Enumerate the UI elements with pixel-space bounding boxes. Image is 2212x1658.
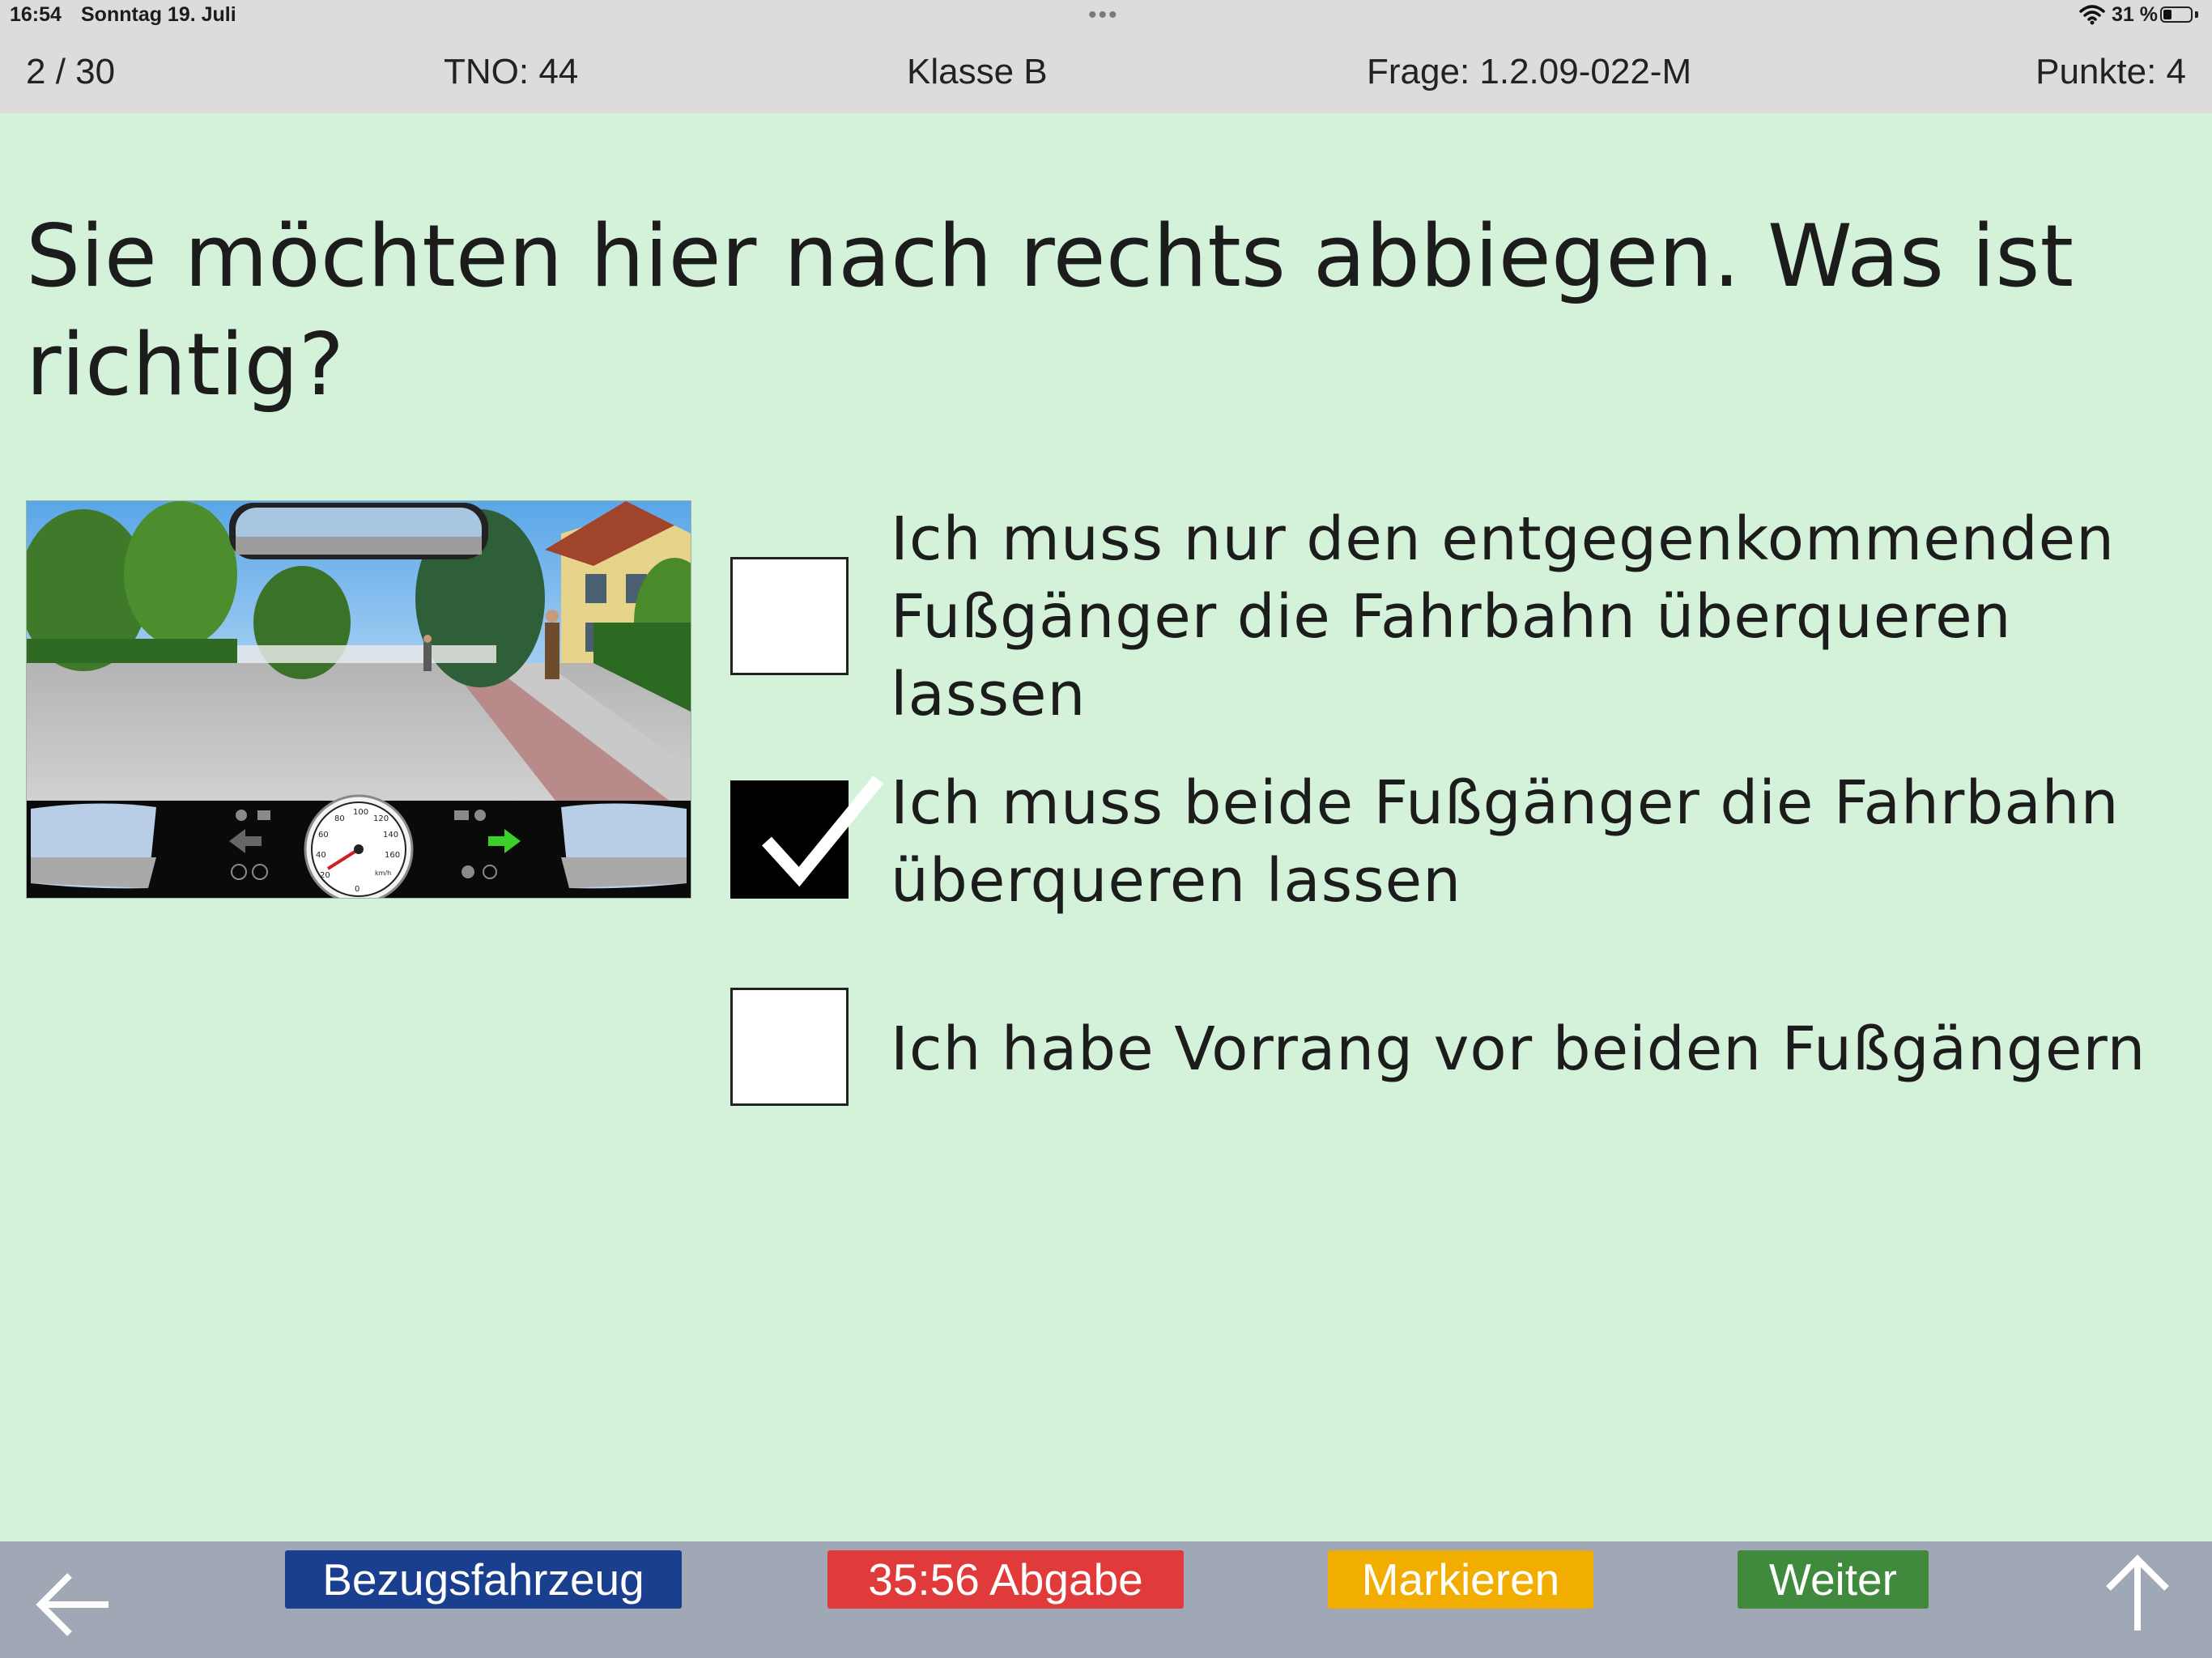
status-date: Sonntag 19. Juli [81,3,236,26]
submit-timer-button[interactable]: 35:56 Abgabe [827,1550,1184,1609]
bezugsfahrzeug-button[interactable]: Bezugsfahrzeug [285,1550,682,1609]
battery-level [2163,10,2172,19]
question-text: Sie möchten hier nach rechts abbiegen. W… [26,206,2074,414]
class-label: Klasse B [907,52,1048,91]
speed-tick-60: 60 [318,831,329,840]
speed-tick-80: 80 [334,814,345,823]
question-image[interactable]: 20 40 60 80 100 120 140 160 0 km/h [26,500,691,899]
scene-illustration: 20 40 60 80 100 120 140 160 0 km/h [27,501,691,898]
answer-3-checkbox[interactable] [730,988,849,1106]
fog-light-icon [462,865,474,878]
low-beam-icon [257,810,270,820]
speed-tick-120: 120 [373,814,389,823]
speed-tick-100: 100 [353,808,368,817]
battery-tip [2195,11,2198,18]
battery-icon [2160,6,2193,23]
traction-control-icon [474,810,486,821]
checkmark-icon [762,776,884,887]
pedestrian-warning-icon [236,810,247,821]
question-id: Frage: 1.2.09-022-M [1367,52,1692,91]
speed-tick-40: 40 [316,851,326,860]
answer-1-checkbox[interactable] [730,557,849,675]
tno-label: TNO: 44 [444,52,579,91]
arrow-up-icon[interactable] [2104,1554,2172,1632]
next-button[interactable]: Weiter [1738,1550,1929,1609]
answer-3-text[interactable]: Ich habe Vorrang vor beiden Fußgängern [891,1010,2186,1088]
arrow-left-icon[interactable] [36,1571,112,1639]
speed-tick-20: 20 [320,871,330,880]
status-bar: 16:54 Sonntag 19. Juli ••• 31 % [0,0,2212,32]
mark-button[interactable]: Markieren [1328,1550,1593,1609]
speed-tick-160: 160 [385,851,400,860]
question-progress: 2 / 30 [26,52,116,91]
answer-2-text[interactable]: Ich muss beide Fußgänger die Fahrbahn üb… [891,764,2186,920]
answer-2-checkbox[interactable] [730,776,884,899]
wifi-icon [2079,5,2105,25]
exam-header: 2 / 30 TNO: 44 Klasse B Frage: 1.2.09-02… [0,32,2212,113]
speed-unit: km/h [375,869,391,877]
status-time: 16:54 [10,3,62,26]
high-beam-icon [454,810,469,820]
speed-tick-140: 140 [383,831,398,840]
more-dots-icon[interactable]: ••• [1088,2,1119,29]
answer-1-text[interactable]: Ich muss nur den entgegenkommenden Fußgä… [891,500,2186,733]
battery-percent: 31 % [2112,3,2158,26]
points-label: Punkte: 4 [2035,52,2186,91]
speed-tick-0: 0 [355,885,359,894]
